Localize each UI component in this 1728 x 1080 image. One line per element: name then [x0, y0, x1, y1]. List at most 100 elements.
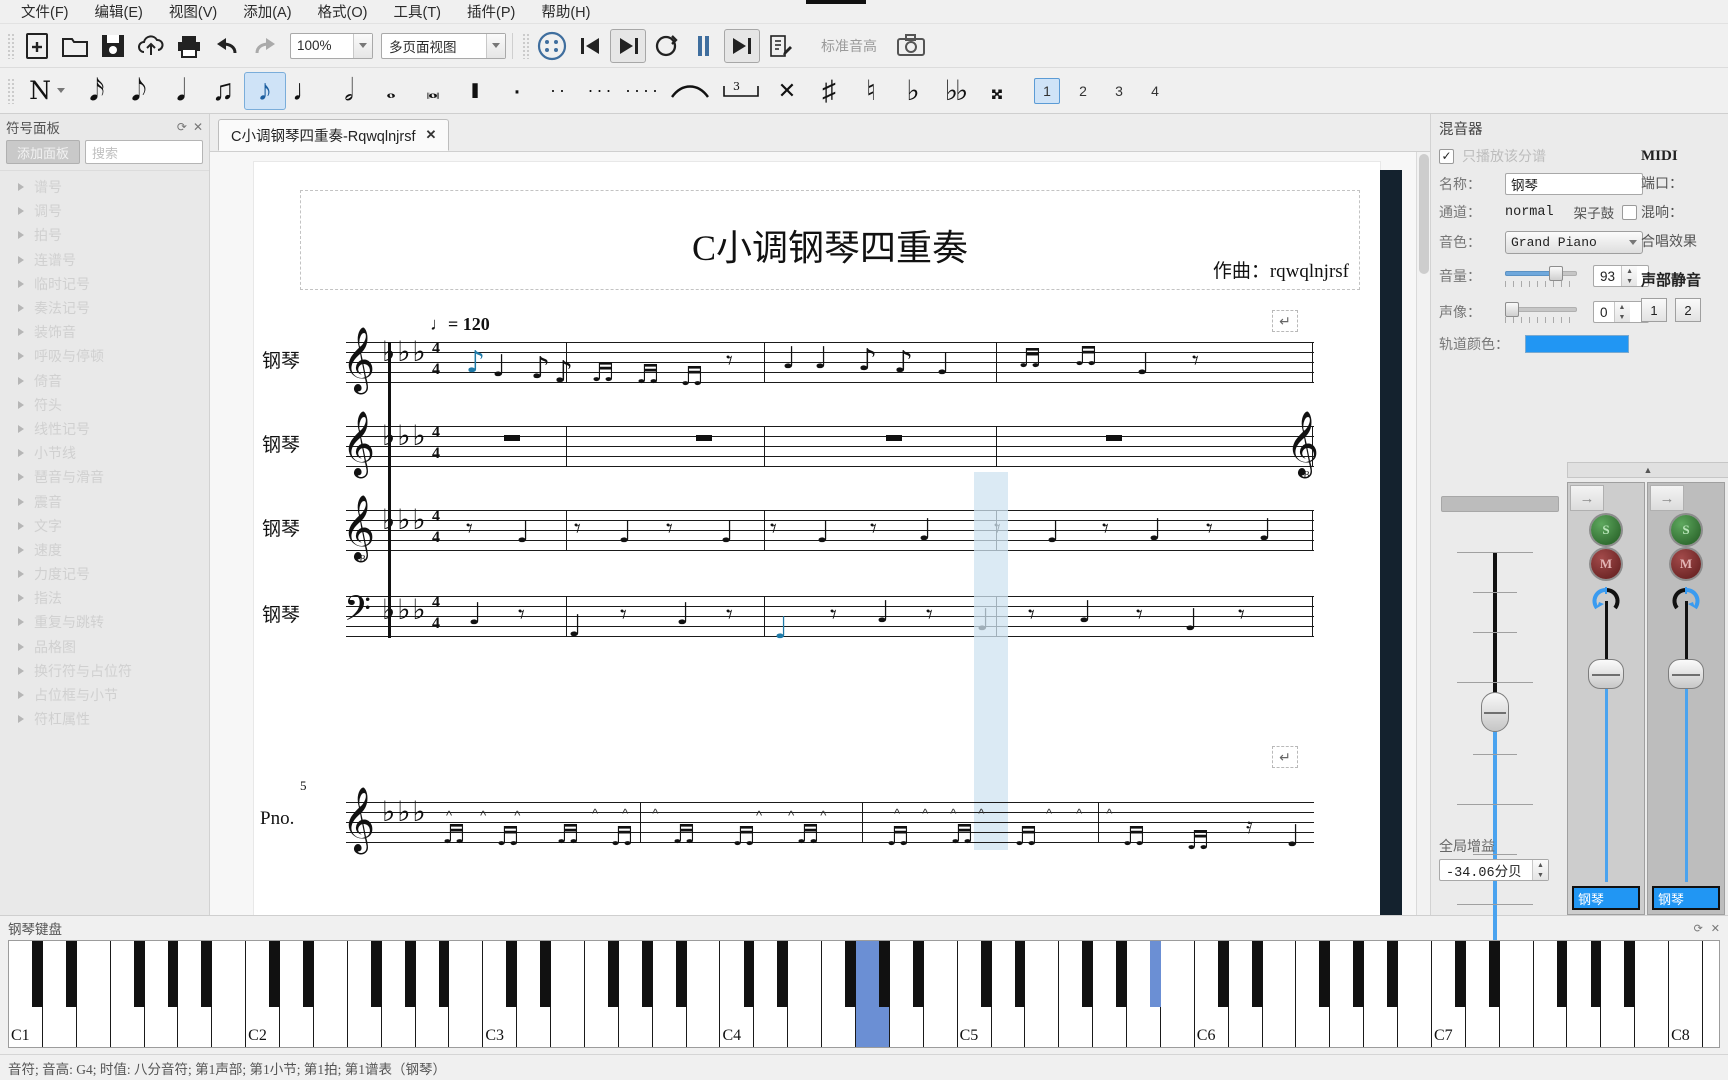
- menu-add[interactable]: 添加(A): [230, 0, 304, 24]
- palette-item-keysig[interactable]: 调号: [2, 199, 209, 223]
- menu-file[interactable]: 文件(F): [8, 0, 82, 24]
- rest[interactable]: 𝄾: [726, 602, 733, 628]
- note[interactable]: ♩: [568, 612, 582, 642]
- palette-item-arpeggios[interactable]: 琶音与滑音: [2, 465, 209, 489]
- rest[interactable]: 𝄾: [1206, 516, 1213, 542]
- undock-icon[interactable]: ⟳: [177, 120, 187, 134]
- treble-clef-8vb[interactable]: 𝄞: [342, 500, 375, 556]
- note[interactable]: ♩: [676, 600, 690, 630]
- instrument-label-4[interactable]: 钢琴: [262, 600, 300, 627]
- loop-icon[interactable]: [648, 29, 684, 63]
- voice-button-1[interactable]: 1: [1034, 77, 1060, 104]
- voice-mute-button-1[interactable]: 1: [1641, 298, 1667, 322]
- palette-item-noteheads[interactable]: 符头: [2, 393, 209, 417]
- toolbar-grip[interactable]: [7, 32, 15, 59]
- play-panel-icon[interactable]: [534, 29, 570, 63]
- barline[interactable]: [996, 426, 997, 467]
- barline[interactable]: [764, 510, 765, 551]
- chevron-down-icon[interactable]: [486, 33, 505, 58]
- staff-4[interactable]: 𝄢 ♭♭♭ 44 ♩ 𝄾 ♩ 𝄾 ♩ 𝄾 ♩ �: [344, 592, 1314, 644]
- whole-rest[interactable]: [1106, 435, 1122, 441]
- time-signature[interactable]: 44: [432, 507, 440, 549]
- solo-score-checkbox[interactable]: ✓: [1439, 148, 1454, 164]
- bass-clef[interactable]: 𝄢: [344, 592, 371, 634]
- rest[interactable]: 𝄾: [1136, 602, 1143, 628]
- chord[interactable]: ♩: [816, 518, 830, 548]
- palette-item-fretboard[interactable]: 品格图: [2, 635, 209, 659]
- barline[interactable]: [566, 510, 567, 551]
- camera-icon[interactable]: [893, 29, 929, 63]
- palette-item-timesig[interactable]: 拍号: [2, 223, 209, 247]
- palette-item-repeats[interactable]: 重复与跳转: [2, 610, 209, 634]
- natural-icon[interactable]: ♮: [850, 72, 892, 110]
- chord[interactable]: ♩: [618, 518, 632, 548]
- note[interactable]: ♩: [1286, 822, 1300, 852]
- augmentation-dot-icon[interactable]: ·: [496, 72, 538, 110]
- chord[interactable]: ♩: [720, 518, 734, 548]
- double-sharp-icon[interactable]: 𝄪: [976, 72, 1018, 110]
- palette-item-grace-notes[interactable]: 倚音: [2, 369, 209, 393]
- beamed-notes[interactable]: ♬: [1074, 344, 1097, 370]
- palette-item-tempo[interactable]: 速度: [2, 538, 209, 562]
- note[interactable]: ♪: [894, 348, 913, 378]
- beamed-notes[interactable]: ♬: [556, 822, 579, 848]
- fast-forward-icon[interactable]: [724, 28, 760, 63]
- piano-white-key[interactable]: [923, 941, 958, 1047]
- barline[interactable]: [1312, 342, 1313, 383]
- tuplet-icon[interactable]: 3: [716, 72, 766, 110]
- note[interactable]: ♩: [876, 598, 890, 628]
- expand-arrow-icon[interactable]: →: [1570, 485, 1604, 511]
- rest[interactable]: 𝄾: [620, 602, 627, 628]
- piano-white-key[interactable]: [1398, 941, 1432, 1047]
- sharp-icon[interactable]: ♯: [808, 72, 850, 110]
- rest[interactable]: 𝄾: [770, 516, 777, 542]
- treble-clef[interactable]: 𝄞: [342, 416, 375, 472]
- instrument-label-1[interactable]: 钢琴: [262, 346, 300, 373]
- zoom-select[interactable]: 100%: [290, 32, 373, 59]
- note[interactable]: ♩: [1184, 606, 1198, 636]
- accent-marks[interactable]: ^^^: [756, 808, 852, 823]
- piano-keyboard[interactable]: C1 C2 C3 C4 C5 C6 C7 C8: [8, 940, 1720, 1048]
- time-signature[interactable]: 44: [432, 423, 440, 465]
- whole-rest[interactable]: [504, 435, 520, 441]
- longa-note-icon[interactable]: 𝅛: [454, 72, 496, 110]
- rest[interactable]: 𝄾: [926, 602, 933, 628]
- chord[interactable]: ♩: [1258, 516, 1272, 546]
- rest[interactable]: 𝄾: [726, 348, 733, 374]
- beamed-notes[interactable]: ♬: [442, 822, 465, 848]
- redo-icon[interactable]: [247, 29, 283, 63]
- note[interactable]: ♪: [531, 354, 550, 384]
- solo-button[interactable]: S: [1591, 515, 1621, 545]
- menu-tools[interactable]: 工具(T): [380, 0, 454, 24]
- whole-note-icon[interactable]: 𝅝: [370, 72, 412, 110]
- menu-edit[interactable]: 编辑(E): [82, 0, 156, 24]
- chevron-down-icon[interactable]: [353, 33, 372, 58]
- piano-white-key[interactable]: [1160, 941, 1195, 1047]
- staff-2[interactable]: 𝄞 ♭♭♭ 44 𝄞 8: [342, 416, 1319, 481]
- strip-label[interactable]: 钢琴: [1652, 886, 1720, 910]
- system-break-marker[interactable]: ↵: [1272, 746, 1298, 768]
- barline[interactable]: [764, 426, 765, 467]
- spinner-arrows[interactable]: ▲ ▼: [1621, 266, 1638, 286]
- scrollbar-thumb[interactable]: [1419, 154, 1429, 274]
- double-flat-icon[interactable]: ♭♭: [934, 72, 976, 110]
- note[interactable]: ♩: [936, 350, 950, 380]
- rest[interactable]: 𝄾: [518, 602, 525, 628]
- note[interactable]: ♩: [814, 344, 828, 374]
- beamed-notes[interactable]: ♬: [886, 824, 909, 850]
- tempo-marking[interactable]: ♩= 120: [430, 314, 490, 335]
- beamed-notes[interactable]: ♬: [1122, 824, 1145, 850]
- playback-toolbar-grip[interactable]: [522, 32, 530, 59]
- menu-view[interactable]: 视图(V): [156, 0, 230, 24]
- sixty-fourth-note-icon[interactable]: 𝅘𝅥𝅯: [76, 72, 118, 110]
- piano-white-key[interactable]: [212, 941, 247, 1047]
- piano-white-key[interactable]: [788, 941, 823, 1047]
- spinner-arrows[interactable]: ▲ ▼: [1613, 302, 1630, 322]
- palette-item-accidentals[interactable]: 临时记号: [2, 272, 209, 296]
- score-page[interactable]: C小调钢琴四重奏 作曲：rqwqlnjrsf ♩= 120 ↵ ↵ 钢琴 𝄞 ♭…: [254, 162, 1380, 915]
- mute-button[interactable]: M: [1671, 549, 1701, 579]
- spinner-arrows[interactable]: ▲ ▼: [1532, 860, 1548, 880]
- note[interactable]: ♩: [1078, 598, 1092, 628]
- thirty-second-note-icon[interactable]: 𝅘𝅥𝅮: [118, 72, 160, 110]
- treble-clef[interactable]: 𝄞: [342, 792, 375, 848]
